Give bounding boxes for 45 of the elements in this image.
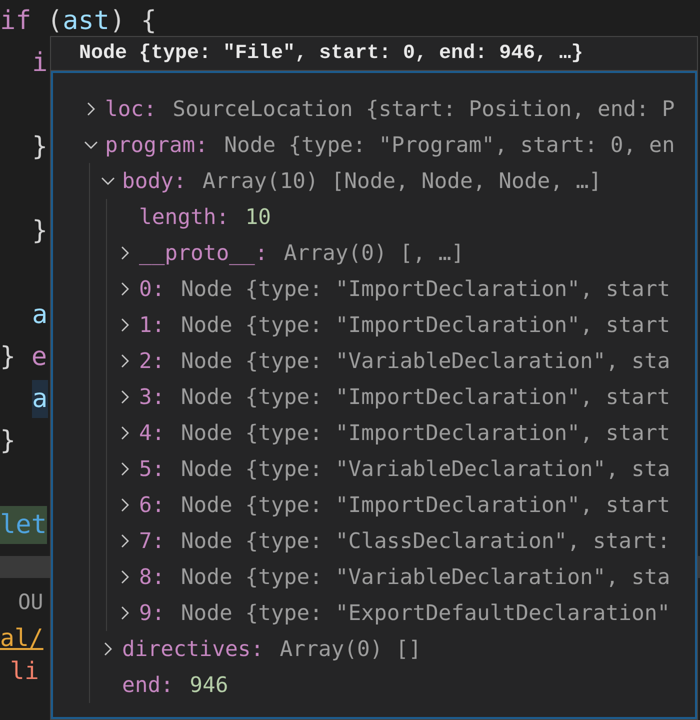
property-value: 946 xyxy=(190,672,228,698)
property-value: Node {type: "ImportDeclaration", start xyxy=(180,312,670,338)
property-value: Node {type: "ImportDeclaration", start xyxy=(180,492,670,518)
property-key: 5: xyxy=(139,456,165,482)
code-line: } xyxy=(32,131,48,164)
property-key: body: xyxy=(122,168,186,194)
code-line: a xyxy=(32,299,48,332)
property-value: Node {type: "ExportDefaultDeclaration" xyxy=(180,600,670,626)
property-value: Array(10) [Node, Node, Node, …] xyxy=(202,168,602,194)
property-key: loc: xyxy=(105,96,157,122)
property-key: length: xyxy=(139,204,230,230)
property-value: Node {type: "Program", start: 0, en xyxy=(224,132,675,158)
property-value: Node {type: "ImportDeclaration", start xyxy=(180,420,670,446)
property-key: 4: xyxy=(139,420,165,446)
code-line: } xyxy=(0,425,16,458)
property-value: Array(0) [, …] xyxy=(284,240,464,266)
property-key: 1: xyxy=(139,312,165,338)
property-value: SourceLocation {start: Position, end: P xyxy=(172,96,675,122)
code-line: i xyxy=(32,47,48,80)
property-key: 6: xyxy=(139,492,165,518)
terminal-line: li xyxy=(9,656,39,686)
property-value: Node {type: "VariableDeclaration", sta xyxy=(180,564,670,590)
property-key: 0: xyxy=(139,276,165,302)
property-key: 9: xyxy=(139,600,165,626)
property-key: 8: xyxy=(139,564,165,590)
panel-tab[interactable]: OU xyxy=(18,590,44,620)
property-key: 7: xyxy=(139,528,165,554)
property-key: __proto__: xyxy=(139,240,268,266)
code-line: } xyxy=(32,215,48,248)
property-value: Node {type: "ClassDeclaration", start: xyxy=(180,528,670,554)
property-value: Node {type: "VariableDeclaration", sta xyxy=(180,348,670,374)
hover-title: Node {type: "File", start: 0, end: 946, …} xyxy=(51,37,697,71)
property-key: directives: xyxy=(122,636,264,662)
property-value: Node {type: "ImportDeclaration", start xyxy=(180,276,670,302)
property-key: program: xyxy=(105,132,208,158)
code-line: } e xyxy=(0,341,47,374)
property-key: 2: xyxy=(139,348,165,374)
property-value: Array(0) [] xyxy=(280,636,422,662)
terminal-link[interactable]: al/ xyxy=(0,620,44,656)
property-key: end: xyxy=(122,672,174,698)
property-key: 3: xyxy=(139,384,165,410)
property-value: Node {type: "ImportDeclaration", start xyxy=(180,384,670,410)
code-line: if (ast) { xyxy=(0,5,157,38)
property-value: 10 xyxy=(245,204,271,230)
property-value: Node {type: "VariableDeclaration", sta xyxy=(180,456,670,482)
